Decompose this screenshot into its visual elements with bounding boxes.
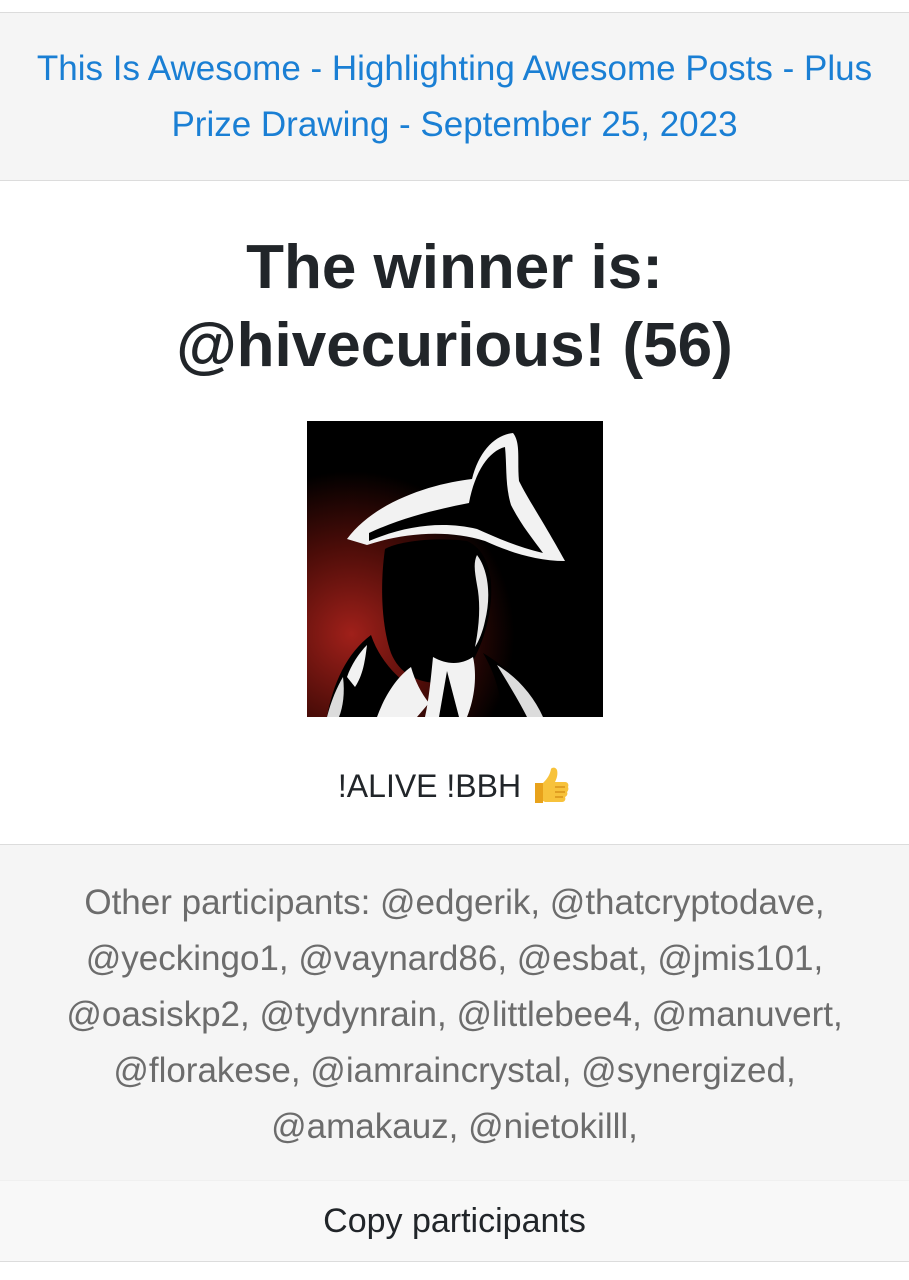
participants-section: Other participants: @edgerik, @thatcrypt… xyxy=(0,845,909,1180)
alive-message: !ALIVE !BBH xyxy=(338,765,571,807)
thumbs-up-icon xyxy=(535,767,569,803)
copy-participants-label: Copy participants xyxy=(323,1201,586,1240)
top-border xyxy=(0,0,909,13)
detective-silhouette-avatar xyxy=(306,421,603,717)
post-header: This Is Awesome - Highlighting Awesome P… xyxy=(0,13,909,181)
alive-message-text: !ALIVE !BBH xyxy=(337,767,522,804)
participants-list: Other participants: @edgerik, @thatcrypt… xyxy=(66,883,843,1146)
copy-participants-button[interactable]: Copy participants xyxy=(0,1180,909,1262)
winner-section: The winner is: @hivecurious! (56) !ALIVE… xyxy=(0,181,909,845)
post-title-link[interactable]: This Is Awesome - Highlighting Awesome P… xyxy=(35,41,875,153)
winner-heading: The winner is: @hivecurious! (56) xyxy=(176,233,733,380)
